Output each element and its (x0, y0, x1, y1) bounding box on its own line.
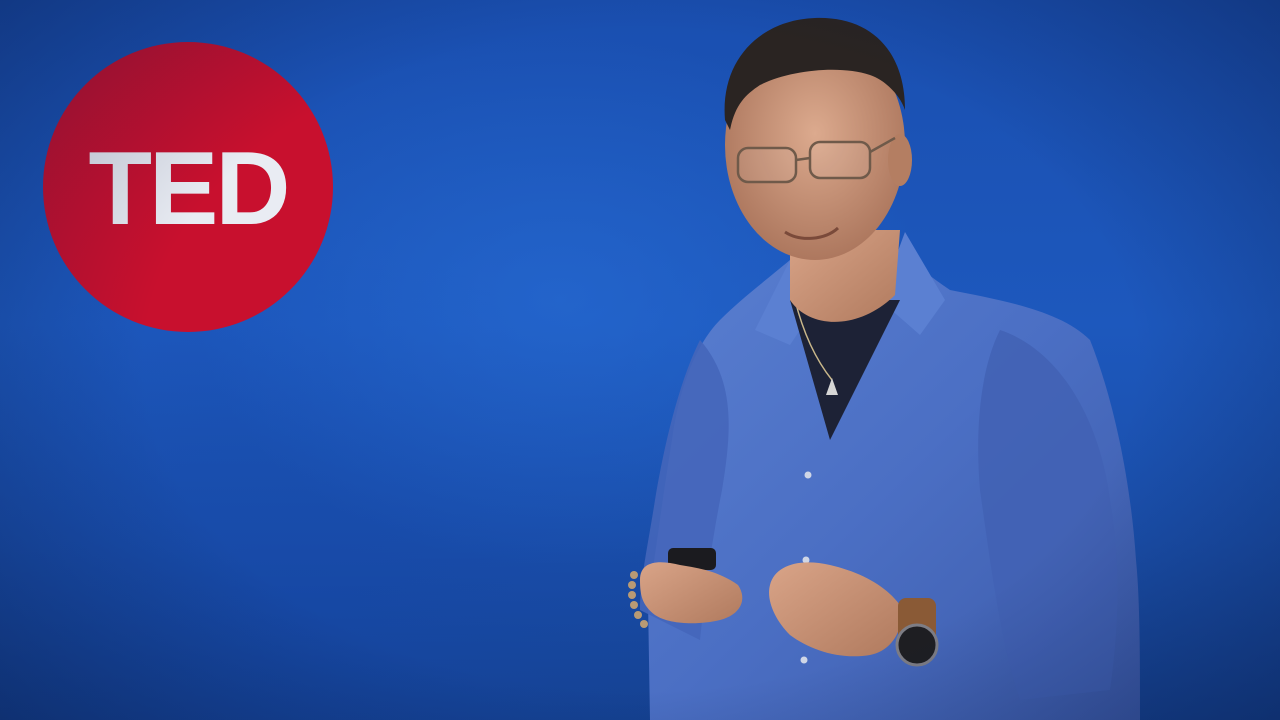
shirt-button (800, 656, 808, 664)
ted-logo: TED (43, 42, 333, 332)
ted-logo-text: TED (88, 131, 291, 247)
speaker-figure (628, 17, 1140, 720)
video-frame: TED (0, 0, 1280, 720)
shirt-button (804, 471, 812, 479)
ear (888, 134, 912, 186)
watch-face (895, 623, 939, 667)
